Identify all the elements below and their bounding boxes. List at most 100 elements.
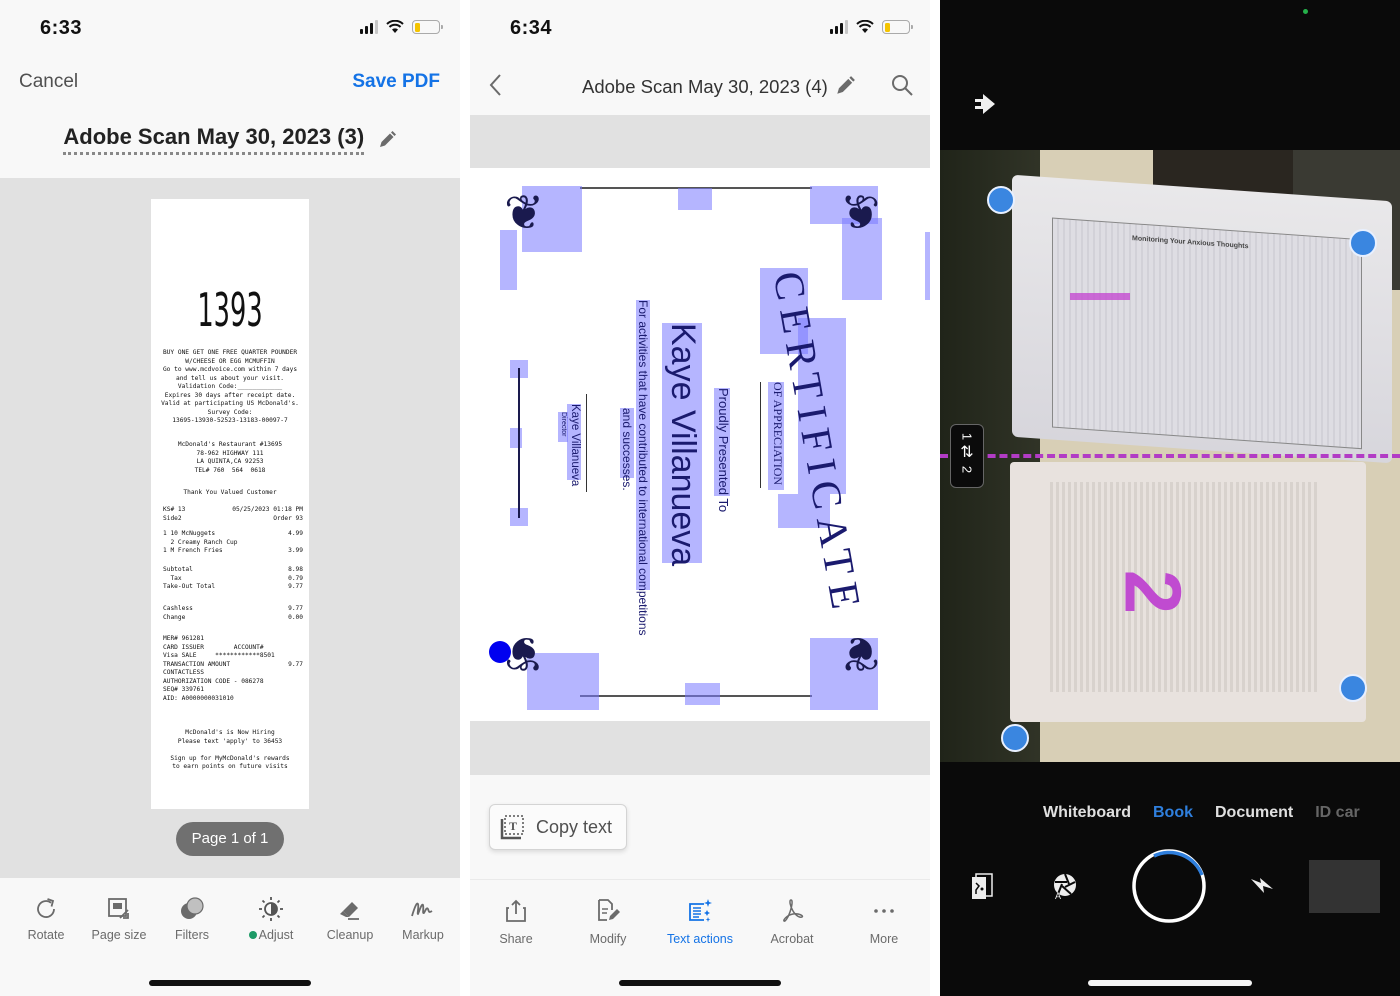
receipt-payment: Cashless 9.77 Change 0.00: [163, 605, 303, 622]
document-toolbar: Share Modify Text actions Acrobat More: [470, 879, 930, 996]
home-indicator[interactable]: [619, 980, 781, 986]
corner-handle-bottom-right[interactable]: [1339, 674, 1367, 702]
page-indicator: Page 1 of 1: [176, 822, 284, 856]
battery-icon: [412, 20, 443, 34]
filters-button[interactable]: Filters: [152, 896, 232, 942]
home-indicator[interactable]: [149, 980, 311, 986]
modify-button[interactable]: Modify: [563, 898, 653, 946]
corner-ornament-icon: ❦: [840, 626, 881, 679]
swap-page-order-button[interactable]: 1 ⇅ 2: [950, 424, 984, 488]
receipt-line: Valid at participating US McDonald's.: [161, 400, 299, 407]
receipt-row: CONTACTLESS: [163, 669, 204, 676]
mode-whiteboard[interactable]: Whiteboard: [1043, 804, 1131, 822]
text-actions-button[interactable]: Text actions: [655, 898, 745, 946]
receipt-line: [151, 746, 309, 755]
flash-auto-icon[interactable]: [1250, 875, 1274, 897]
more-label: More: [869, 932, 899, 946]
adjust-active-dot: [248, 931, 257, 939]
rotate-icon: [37, 898, 55, 918]
receipt-row: SEQ# 339761: [163, 686, 204, 693]
auto-capture-icon[interactable]: A: [1052, 872, 1078, 900]
share-label: Share: [499, 932, 533, 946]
receipt-header: KS# 13 05/25/2023 01:18 PM Side2 Order 93: [163, 506, 303, 523]
edit-title-icon[interactable]: [834, 75, 856, 97]
receipt-row: MER# 961281: [163, 635, 204, 642]
receipt-line: Expires 30 days after receipt date.: [164, 391, 296, 399]
wifi-icon: [386, 20, 404, 33]
receipt-line: 78-962 HIGHWAY 111: [196, 449, 264, 457]
corner-handle-top-right[interactable]: [1349, 229, 1377, 257]
receipt-card-info: MER# 961281 CARD ISSUER ACCOUNT# Visa SALE…: [163, 635, 303, 703]
receipt-line: Sign up for MyMcDonald's rewards: [170, 754, 290, 762]
book-page-2: 2: [1010, 462, 1366, 722]
share-button[interactable]: Share: [471, 898, 561, 946]
receipt-row: KS# 13 05/25/2023 01:18 PM: [163, 506, 303, 513]
markup-button[interactable]: Markup: [383, 896, 460, 942]
svg-text:A: A: [1055, 891, 1061, 900]
save-pdf-button[interactable]: Save PDF: [352, 71, 440, 93]
captured-thumbnail[interactable]: [1309, 860, 1380, 913]
cleanup-button[interactable]: Cleanup: [310, 896, 390, 942]
receipt-row: 1 10 McNuggets 4.99: [163, 530, 303, 537]
receipt-row: 2 Creamy Ranch Cup: [163, 538, 238, 546]
page-split-line[interactable]: [940, 454, 1400, 458]
receipt-line: 13695-13930-52523-13183-00097-7: [172, 417, 288, 424]
edit-title-icon[interactable]: [377, 130, 397, 150]
cancel-button[interactable]: Cancel: [19, 71, 78, 93]
scan-review-screen: 6:33 Cancel Save PDF Adobe Scan May 30, …: [0, 0, 460, 996]
back-chevron-icon[interactable]: [486, 72, 506, 98]
filters-label: Filters: [174, 928, 210, 942]
receipt-page[interactable]: 1393 BUY ONE GET ONE FREE QUARTER POUNDE…: [151, 199, 309, 809]
receipt-items: 1 10 McNuggets 4.99 2 Creamy Ranch Cup 1 M…: [163, 530, 303, 556]
mode-document[interactable]: Document: [1215, 804, 1293, 822]
text-actions-icon: [689, 899, 712, 922]
receipt-row: Tax 0.79: [163, 574, 303, 582]
adjust-button[interactable]: Adjust: [231, 896, 311, 942]
rotate-button[interactable]: Rotate: [6, 896, 86, 942]
receipt-row: Subtotal 8.98: [163, 566, 303, 573]
more-button[interactable]: More: [839, 898, 929, 946]
receipt-row: AUTHORIZATION CODE - 086278: [163, 677, 264, 685]
camera-in-use-indicator: [1303, 9, 1308, 14]
wifi-icon: [856, 20, 874, 33]
certificate-page[interactable]: ❦ ❦ ❦ ❦ CERTIFICATE OF APPRECIATION Prou…: [470, 168, 930, 721]
svg-text:T: T: [509, 819, 517, 833]
corner-handle-top-left[interactable]: [987, 186, 1015, 214]
eraser-icon: [340, 902, 359, 920]
signature-line-ornament: [518, 368, 520, 518]
shutter-button[interactable]: [1132, 849, 1206, 923]
page-size-button[interactable]: Page size: [79, 896, 159, 942]
copy-text-button[interactable]: T Copy text: [489, 804, 627, 850]
signature-line: [586, 394, 587, 492]
receipt-row: TRANSACTION AMOUNT 9.77: [163, 660, 303, 668]
home-indicator[interactable]: [1088, 980, 1252, 986]
acrobat-label: Acrobat: [770, 932, 814, 946]
receipt-row: Change 0.00: [163, 613, 303, 621]
page-preview-area: 1393 BUY ONE GET ONE FREE QUARTER POUNDE…: [0, 178, 460, 878]
document-title: Adobe Scan May 30, 2023 (4): [582, 76, 828, 97]
page-number-marker: 2: [1108, 569, 1198, 615]
receipt-row: Cashless 9.77: [163, 605, 303, 612]
receipt-row: Side2 Order 93: [163, 514, 303, 522]
status-time: 6:33: [40, 17, 83, 39]
receipt-line: to earn points on future visits: [172, 763, 288, 770]
markup-icon: [411, 902, 433, 917]
receipt-line: Survey Code:: [207, 408, 253, 416]
mode-id-card[interactable]: ID car: [1315, 804, 1359, 822]
receipt-line: and tell us about your visit.: [175, 374, 285, 382]
selection-handle[interactable]: [489, 641, 511, 663]
document-title[interactable]: Adobe Scan May 30, 2023 (3): [63, 124, 365, 155]
mode-book[interactable]: Book: [1153, 804, 1193, 822]
status-time: 6:34: [510, 17, 553, 39]
receipt-line: LA QUINTA,CA 92253: [196, 458, 264, 465]
import-photos-icon[interactable]: [970, 872, 994, 900]
receipt-store-info: McDonald's Restaurant #13695 78-962 HIGHW…: [151, 441, 309, 475]
cleanup-label: Cleanup: [326, 928, 374, 942]
exit-camera-icon[interactable]: [973, 92, 997, 116]
search-icon[interactable]: [890, 73, 914, 97]
corner-ornament-icon: ❦: [504, 187, 545, 240]
cellular-signal-icon: [830, 20, 848, 34]
modify-icon: [598, 899, 620, 921]
corner-handle-bottom-left[interactable]: [1001, 724, 1029, 752]
acrobat-button[interactable]: Acrobat: [747, 898, 837, 946]
